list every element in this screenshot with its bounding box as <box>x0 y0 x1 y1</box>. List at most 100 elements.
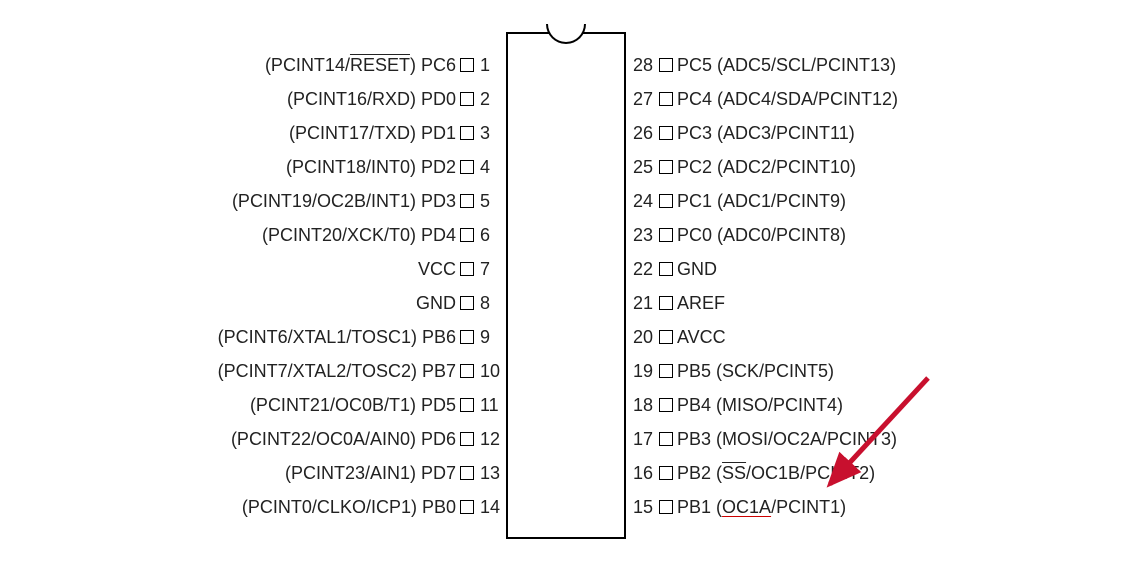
pin-row-right: 24PC1 (ADC1/PCINT9) <box>627 184 846 218</box>
pin-label: PC5 (ADC5/SCL/PCINT13) <box>673 55 896 76</box>
pin-row-right: 19PB5 (SCK/PCINT5) <box>627 354 834 388</box>
pin-row-right: 18 PB4 (MISO/PCINT4) <box>627 388 843 422</box>
pin-label: (PCINT6/XTAL1/TOSC1) PB6 <box>218 327 460 348</box>
pin-row-right: 23 PC0 (ADC0/PCINT8) <box>627 218 846 252</box>
pin-number: 27 <box>627 89 659 110</box>
pin-row-right: 22 GND <box>627 252 717 286</box>
pin-label: VCC <box>418 259 460 280</box>
pin-pad <box>460 194 474 208</box>
pin-number: 14 <box>474 497 506 518</box>
pin-number: 11 <box>474 395 506 416</box>
pin-number: 26 <box>627 123 659 144</box>
pin-label: PC1 (ADC1/PCINT9) <box>673 191 846 212</box>
pin-row-right: 15 PB1 (OC1A/PCINT1) <box>627 490 846 524</box>
pin-row-left: (PCINT14/RESET) PC6 1 <box>265 48 506 82</box>
pin-row-left: (PCINT21/OC0B/T1) PD511 <box>250 388 506 422</box>
pin-pad <box>659 92 673 106</box>
pin-label: (PCINT16/RXD) PD0 <box>287 89 460 110</box>
pin-number: 22 <box>627 259 659 280</box>
pinout-diagram: (PCINT14/RESET) PC61(PCINT16/RXD) PD02(P… <box>0 0 1139 570</box>
pin-row-left: (PCINT0/CLKO/ICP1) PB0 14 <box>242 490 506 524</box>
pin-label: (PCINT22/OC0A/AIN0) PD6 <box>231 429 460 450</box>
pin-row-left: (PCINT7/XTAL2/TOSC2) PB710 <box>218 354 506 388</box>
pin-label: GND <box>416 293 460 314</box>
pin-label: (PCINT23/AIN1) PD7 <box>285 463 460 484</box>
pin-number: 17 <box>627 429 659 450</box>
pin-pad <box>659 262 673 276</box>
pin-pad <box>659 500 673 514</box>
pin-row-right: 25 PC2 (ADC2/PCINT10) <box>627 150 856 184</box>
pin-row-left: (PCINT17/TXD) PD13 <box>289 116 506 150</box>
pin-label: AVCC <box>673 327 726 348</box>
pin-label: (PCINT14/RESET) PC6 <box>265 55 460 76</box>
pin-row-right: 27 PC4 (ADC4/SDA/PCINT12) <box>627 82 898 116</box>
pin-pad <box>460 364 474 378</box>
pin-pad <box>659 330 673 344</box>
pin-number: 8 <box>474 293 506 314</box>
pin-number: 20 <box>627 327 659 348</box>
pin-row-right: 20 AVCC <box>627 320 726 354</box>
pin-pad <box>659 432 673 446</box>
pin-pad <box>460 262 474 276</box>
pin-pad <box>659 58 673 72</box>
pin-number: 6 <box>474 225 506 246</box>
pin-label: (PCINT0/CLKO/ICP1) PB0 <box>242 497 460 518</box>
pin-pad <box>659 194 673 208</box>
pin-pad <box>460 432 474 446</box>
pin-label: GND <box>673 259 717 280</box>
pin-row-right: 28 PC5 (ADC5/SCL/PCINT13) <box>627 48 896 82</box>
pin-row-left: (PCINT20/XCK/T0) PD4 6 <box>262 218 506 252</box>
pin-label: PC2 (ADC2/PCINT10) <box>673 157 856 178</box>
pin-row-left: (PCINT18/INT0) PD2 4 <box>286 150 506 184</box>
pin-label: (PCINT7/XTAL2/TOSC2) PB7 <box>218 361 460 382</box>
pin-number: 12 <box>474 429 506 450</box>
pin-row-left: (PCINT23/AIN1) PD7 13 <box>285 456 506 490</box>
chip-body-outline <box>506 32 626 539</box>
pin-pad <box>460 228 474 242</box>
pin-number: 23 <box>627 225 659 246</box>
pin-pad <box>659 126 673 140</box>
pin-row-left: GND 8 <box>416 286 506 320</box>
pin-number: 15 <box>627 497 659 518</box>
pin-label: (PCINT20/XCK/T0) PD4 <box>262 225 460 246</box>
pin-row-right: 21AREF <box>627 286 725 320</box>
pin-pad <box>659 364 673 378</box>
pin-pad <box>659 466 673 480</box>
pin-label: PB2 (SS/OC1B/PCINT2) <box>673 463 875 484</box>
pin-pad <box>659 160 673 174</box>
pin-number: 9 <box>474 327 506 348</box>
pin-label: PC3 (ADC3/PCINT11) <box>673 123 855 144</box>
pin-label: AREF <box>673 293 725 314</box>
pin-row-right: 26 PC3 (ADC3/PCINT11) <box>627 116 855 150</box>
pin-pad <box>460 500 474 514</box>
pin-row-left: (PCINT22/OC0A/AIN0) PD6 12 <box>231 422 506 456</box>
pin-row-left: (PCINT19/OC2B/INT1) PD3 5 <box>232 184 506 218</box>
pin-number: 28 <box>627 55 659 76</box>
pin-label: PB4 (MISO/PCINT4) <box>673 395 843 416</box>
pin-label: PB3 (MOSI/OC2A/PCINT3) <box>673 429 897 450</box>
pin-number: 19 <box>627 361 659 382</box>
pin-number: 16 <box>627 463 659 484</box>
pin-label: (PCINT17/TXD) PD1 <box>289 123 460 144</box>
pin-label: PB1 (OC1A/PCINT1) <box>673 497 846 518</box>
pin-number: 25 <box>627 157 659 178</box>
pin-pad <box>460 296 474 310</box>
pin-pad <box>460 160 474 174</box>
pin-number: 13 <box>474 463 506 484</box>
pin-pad <box>460 398 474 412</box>
pin-label: (PCINT18/INT0) PD2 <box>286 157 460 178</box>
pin-pad <box>460 92 474 106</box>
pin-row-left: (PCINT6/XTAL1/TOSC1) PB6 9 <box>218 320 506 354</box>
pin-number: 1 <box>474 55 506 76</box>
pin-number: 18 <box>627 395 659 416</box>
pin-pad <box>460 126 474 140</box>
pin-number: 5 <box>474 191 506 212</box>
pin-label: PC0 (ADC0/PCINT8) <box>673 225 846 246</box>
pin-pad <box>659 296 673 310</box>
pin-row-left: (PCINT16/RXD) PD02 <box>287 82 506 116</box>
pin-number: 4 <box>474 157 506 178</box>
pin-pad <box>460 58 474 72</box>
pin-row-right: 16 PB2 (SS/OC1B/PCINT2) <box>627 456 875 490</box>
pin-label: PC4 (ADC4/SDA/PCINT12) <box>673 89 898 110</box>
pin-label: (PCINT19/OC2B/INT1) PD3 <box>232 191 460 212</box>
